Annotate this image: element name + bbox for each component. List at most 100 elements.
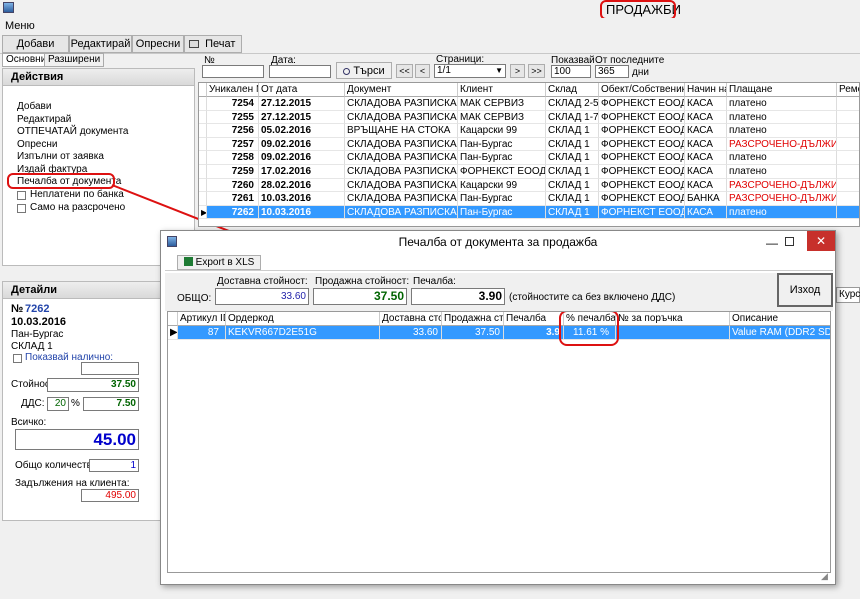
show-stock-input[interactable] xyxy=(81,362,139,375)
grid-cell[interactable]: ФОРНЕКСТ ЕООД xyxy=(599,205,685,220)
grid-cell[interactable]: КАСА xyxy=(685,178,727,193)
number-input[interactable] xyxy=(202,65,264,78)
dialog-cell-description[interactable]: Value RAM (DDR2 SDRAM xyxy=(730,326,830,340)
grid-cell[interactable]: РАЗСРОЧЕНО-ДЪЛЖИМО xyxy=(727,137,837,152)
next-page-button[interactable]: > xyxy=(510,64,525,78)
grid-cell[interactable]: ФОРНЕКСТ ЕООД xyxy=(599,192,685,206)
refresh-button[interactable]: Опресни xyxy=(132,35,184,53)
dialog-column-header[interactable]: Печалба xyxy=(504,312,564,326)
action-refresh[interactable]: Опресни xyxy=(17,139,57,150)
grid-cell[interactable]: ФОРНЕКСТ ЕООД xyxy=(599,110,685,125)
row-indicator[interactable] xyxy=(199,137,207,152)
grid-cell[interactable] xyxy=(837,165,859,179)
dialog-column-header[interactable]: Продажна стой xyxy=(442,312,504,326)
grid-cell[interactable]: СКЛАД 1 xyxy=(546,165,599,179)
dialog-cell-profit[interactable]: 3.9 xyxy=(504,326,564,340)
grid-cell[interactable]: Пан-Бургас xyxy=(458,137,546,152)
grid-cell[interactable]: 7261 xyxy=(207,192,259,206)
grid-cell[interactable]: Кацарски 99 xyxy=(458,178,546,193)
grid-cell[interactable]: КАСА xyxy=(685,97,727,111)
exit-button[interactable]: Изход xyxy=(777,273,833,307)
grid-cell[interactable]: МАК СЕРВИЗ xyxy=(458,110,546,125)
grid-cell[interactable]: СКЛАДОВА РАЗПИСКА xyxy=(345,137,458,152)
grid-cell[interactable]: ФОРНЕКСТ ЕООД xyxy=(599,137,685,152)
grid-cell[interactable]: ФОРНЕКСТ ЕООД xyxy=(599,165,685,179)
grid-cell[interactable] xyxy=(837,192,859,206)
grid-cell[interactable]: СКЛАД 1 xyxy=(546,205,599,220)
dialog-cell-delivery[interactable]: 33.60 xyxy=(380,326,442,340)
grid-cell[interactable]: 17.02.2016 xyxy=(259,165,345,179)
grid-cell[interactable]: 27.12.2015 xyxy=(259,110,345,125)
grid-cell[interactable]: ФОРНЕКСТ ЕООД xyxy=(599,97,685,111)
edit-button[interactable]: Редактирай xyxy=(69,35,132,53)
column-header[interactable]: Уникален № xyxy=(207,83,259,97)
grid-cell[interactable]: 7260 xyxy=(207,178,259,193)
grid-cell[interactable]: 7258 xyxy=(207,151,259,165)
row-indicator[interactable] xyxy=(199,110,207,125)
grid-cell[interactable]: 05.02.2016 xyxy=(259,124,345,138)
action-print-document[interactable]: ОТПЕЧАТАЙ документа xyxy=(17,126,128,137)
dialog-column-header[interactable]: Ордеркод xyxy=(226,312,380,326)
dialog-column-header[interactable]: Доставна стой xyxy=(380,312,442,326)
grid-cell[interactable]: РАЗСРОЧЕНО-ДЪЛЖИМО xyxy=(727,178,837,193)
grid-cell[interactable]: платено xyxy=(727,110,837,125)
column-header[interactable]: Склад xyxy=(546,83,599,97)
row-indicator[interactable] xyxy=(199,192,207,206)
grid-cell[interactable]: СКЛАДОВА РАЗПИСКА xyxy=(345,151,458,165)
grid-cell[interactable]: ФОРНЕКСТ ЕООД xyxy=(599,151,685,165)
grid-cell[interactable] xyxy=(837,151,859,165)
grid-cell[interactable]: БАНКА xyxy=(685,192,727,206)
grid-cell[interactable]: КАСА xyxy=(685,205,727,220)
resize-grip-icon[interactable]: ◢ xyxy=(821,571,828,582)
action-add[interactable]: Добави xyxy=(17,101,51,112)
column-header[interactable]: Начин на xyxy=(685,83,727,97)
action-execute-from-request[interactable]: Изпълни от заявка xyxy=(17,151,104,162)
grid-cell[interactable]: платено xyxy=(727,124,837,138)
dialog-cell-sale[interactable]: 37.50 xyxy=(442,326,504,340)
grid-cell[interactable]: ФОРНЕКСТ ЕООД xyxy=(599,178,685,193)
column-header[interactable]: От дата xyxy=(259,83,345,97)
grid-cell[interactable]: 7259 xyxy=(207,165,259,179)
row-indicator[interactable] xyxy=(199,97,207,111)
grid-cell[interactable]: 7262 xyxy=(207,205,259,220)
grid-cell[interactable]: КАСА xyxy=(685,137,727,152)
grid-cell[interactable]: 27.12.2015 xyxy=(259,97,345,111)
grid-cell[interactable] xyxy=(837,205,859,220)
grid-cell[interactable]: СКЛАДОВА РАЗПИСКА xyxy=(345,97,458,111)
row-indicator[interactable] xyxy=(199,178,207,193)
grid-cell[interactable]: СКЛАД 1 xyxy=(546,178,599,193)
row-indicator[interactable] xyxy=(199,151,207,165)
grid-cell[interactable]: СКЛАД 1 xyxy=(546,137,599,152)
dialog-column-header[interactable]: Описание xyxy=(730,312,830,326)
tab-extended[interactable]: Разширени xyxy=(44,53,105,67)
grid-cell[interactable]: 09.02.2016 xyxy=(259,151,345,165)
column-header[interactable]: Плащане xyxy=(727,83,837,97)
show-stock-checkbox[interactable] xyxy=(13,354,22,363)
grid-cell[interactable]: Пан-Бургас xyxy=(458,151,546,165)
grid-cell[interactable]: СКЛАДОВА РАЗПИСКА xyxy=(345,165,458,179)
search-button[interactable]: Търси xyxy=(336,62,392,79)
add-button[interactable]: Добави xyxy=(2,35,69,53)
grid-cell[interactable]: СКЛАД 1 xyxy=(546,192,599,206)
grid-cell[interactable]: платено xyxy=(727,97,837,111)
close-icon[interactable]: ✕ xyxy=(807,231,835,251)
minimize-icon[interactable]: — xyxy=(761,232,783,254)
grid-cell[interactable]: платено xyxy=(727,165,837,179)
action-edit[interactable]: Редактирай xyxy=(17,114,71,125)
grid-cell[interactable]: 09.02.2016 xyxy=(259,137,345,152)
dialog-row-indicator[interactable]: ▶ xyxy=(168,326,178,340)
row-indicator[interactable] xyxy=(199,124,207,138)
print-button[interactable]: Печат xyxy=(184,35,242,53)
grid-cell[interactable]: КАСА xyxy=(685,151,727,165)
dialog-cell-order-number[interactable] xyxy=(616,326,730,340)
shown-input[interactable]: 100 xyxy=(551,65,591,78)
unpaid-bank-checkbox[interactable] xyxy=(17,191,26,200)
grid-cell[interactable]: ВРЪЩАНЕ НА СТОКА xyxy=(345,124,458,138)
grid-cell[interactable]: СКЛАДОВА РАЗПИСКА xyxy=(345,205,458,220)
grid-cell[interactable]: 7257 xyxy=(207,137,259,152)
last-days-input[interactable]: 365 xyxy=(595,65,629,78)
page-select[interactable]: 1/1 ▼ xyxy=(434,64,506,78)
grid-cell[interactable]: КАСА xyxy=(685,110,727,125)
dialog-column-header[interactable]: Артикул ID xyxy=(178,312,226,326)
grid-cell[interactable]: 10.03.2016 xyxy=(259,205,345,220)
